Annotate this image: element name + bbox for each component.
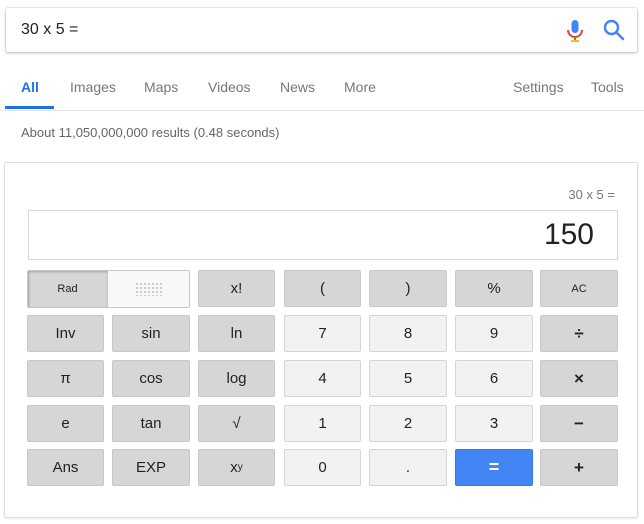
euler-key[interactable]: e <box>27 405 104 442</box>
dotted-placeholder-icon <box>134 282 163 296</box>
search-icon[interactable] <box>603 19 625 41</box>
digit-5-key[interactable]: 5 <box>369 360 447 397</box>
power-key-base: x <box>230 459 238 476</box>
equals-key[interactable]: = <box>455 449 533 486</box>
mic-icon[interactable] <box>565 19 585 43</box>
power-key[interactable]: xy <box>198 449 275 486</box>
search-box[interactable] <box>6 8 637 52</box>
factorial-key[interactable]: x! <box>198 270 275 307</box>
digit-9-key[interactable]: 9 <box>455 315 533 352</box>
percent-key[interactable]: % <box>455 270 533 307</box>
digit-4-key[interactable]: 4 <box>284 360 361 397</box>
digit-8-key[interactable]: 8 <box>369 315 447 352</box>
ln-key[interactable]: ln <box>198 315 275 352</box>
digit-3-key[interactable]: 3 <box>455 405 533 442</box>
tab-tools[interactable]: Tools <box>591 79 624 95</box>
digit-6-key[interactable]: 6 <box>455 360 533 397</box>
digit-7-key[interactable]: 7 <box>284 315 361 352</box>
decimal-key[interactable]: . <box>369 449 447 486</box>
tab-more[interactable]: More <box>344 79 376 95</box>
digit-2-key[interactable]: 2 <box>369 405 447 442</box>
tab-settings[interactable]: Settings <box>513 79 564 95</box>
minus-key[interactable]: − <box>540 405 618 442</box>
search-input[interactable] <box>21 15 541 45</box>
exp-key[interactable]: EXP <box>112 449 190 486</box>
deg-button[interactable] <box>107 271 189 307</box>
tan-key[interactable]: tan <box>112 405 190 442</box>
rad-button[interactable]: Rad <box>28 271 107 307</box>
angle-mode-toggle: Rad <box>27 270 190 308</box>
digit-0-key[interactable]: 0 <box>284 449 361 486</box>
multiply-key[interactable]: × <box>540 360 618 397</box>
plus-key[interactable]: + <box>540 449 618 486</box>
all-clear-key[interactable]: AC <box>540 270 618 307</box>
active-tab-indicator <box>5 106 54 109</box>
cos-key[interactable]: cos <box>112 360 190 397</box>
calculator-card: 30 x 5 = 150 Rad x! ( ) % AC Inv sin ln … <box>4 162 638 518</box>
power-key-exponent: y <box>237 462 243 473</box>
answer-key[interactable]: Ans <box>27 449 104 486</box>
left-paren-key[interactable]: ( <box>284 270 361 307</box>
calculator-history: 30 x 5 = <box>568 187 615 202</box>
tab-images[interactable]: Images <box>70 79 116 95</box>
log-key[interactable]: log <box>198 360 275 397</box>
tab-videos[interactable]: Videos <box>208 79 251 95</box>
tab-maps[interactable]: Maps <box>144 79 178 95</box>
digit-1-key[interactable]: 1 <box>284 405 361 442</box>
right-paren-key[interactable]: ) <box>369 270 447 307</box>
pi-key[interactable]: π <box>27 360 104 397</box>
inverse-key[interactable]: Inv <box>27 315 104 352</box>
tab-all[interactable]: All <box>21 79 39 95</box>
sqrt-key[interactable]: √ <box>198 405 275 442</box>
divide-key[interactable]: ÷ <box>540 315 618 352</box>
tab-news[interactable]: News <box>280 79 315 95</box>
result-stats: About 11,050,000,000 results (0.48 secon… <box>21 125 280 140</box>
search-tabs: All Images Maps Videos News More Setting… <box>0 70 644 111</box>
sin-key[interactable]: sin <box>112 315 190 352</box>
calculator-display: 150 <box>28 210 618 260</box>
